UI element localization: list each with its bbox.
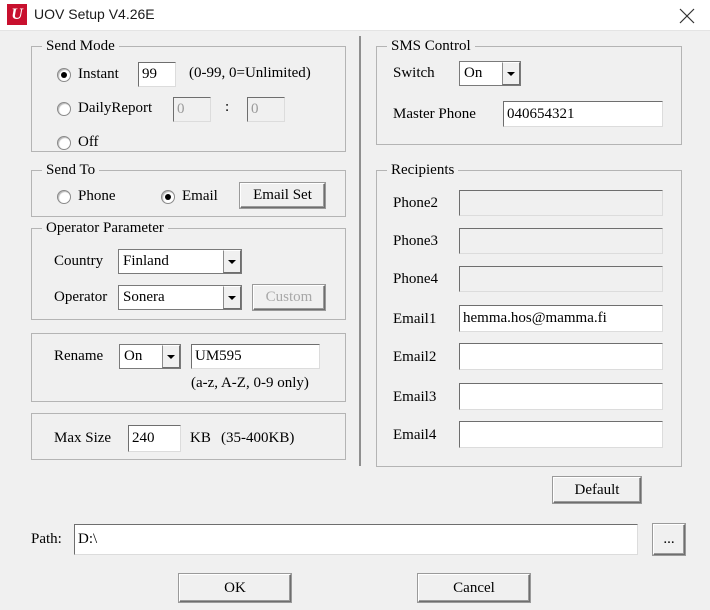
instant-count-input[interactable]: 99 <box>138 62 176 87</box>
ok-button[interactable]: OK <box>179 574 291 602</box>
path-browse-button[interactable]: ... <box>653 524 685 555</box>
path-input[interactable]: D:\ <box>74 524 638 555</box>
max-size-unit: KB <box>190 430 211 446</box>
email-set-button[interactable]: Email Set <box>240 183 325 208</box>
max-size-hint: (35-400KB) <box>221 430 295 446</box>
rename-switch-dropdown[interactable]: On <box>119 344 181 369</box>
max-size-label: Max Size <box>54 430 112 446</box>
close-button[interactable] <box>664 0 710 30</box>
recipient-input-email2[interactable] <box>459 343 663 370</box>
radio-phone[interactable]: Phone <box>57 188 116 205</box>
send-to-title: Send To <box>42 162 100 179</box>
daily-hour-input[interactable]: 0 <box>173 97 211 122</box>
radio-dot-icon <box>161 189 175 204</box>
country-dropdown[interactable]: Finland <box>118 249 242 274</box>
radio-dot-icon <box>57 101 71 116</box>
chevron-down-icon <box>223 286 241 309</box>
max-size-input[interactable]: 240 <box>128 425 181 452</box>
sms-switch-dropdown[interactable]: On <box>459 61 521 86</box>
operator-parameter-title: Operator Parameter <box>42 220 168 237</box>
panel-divider <box>359 36 361 466</box>
recipient-label-phone3: Phone3 <box>393 233 438 249</box>
rename-name-input[interactable]: UM595 <box>191 344 320 369</box>
rename-switch-value: On <box>124 348 143 364</box>
radio-dot-icon <box>57 67 71 82</box>
radio-daily-report-label: DailyReport <box>78 100 153 116</box>
radio-off[interactable]: Off <box>57 134 99 151</box>
title-bar: U UOV Setup V4.26E <box>0 0 710 31</box>
radio-off-label: Off <box>78 134 99 150</box>
recipient-input-phone3[interactable] <box>459 228 663 254</box>
recipient-label-phone4: Phone4 <box>393 271 438 287</box>
send-mode-title: Send Mode <box>42 38 119 55</box>
sms-switch-value: On <box>464 65 483 81</box>
country-value: Finland <box>123 253 169 269</box>
recipient-input-phone4[interactable] <box>459 266 663 292</box>
radio-email-label: Email <box>182 188 218 204</box>
app-logo-icon: U <box>7 4 27 25</box>
recipient-label-phone2: Phone2 <box>393 195 438 211</box>
recipient-input-phone2[interactable] <box>459 190 663 216</box>
chevron-down-icon <box>502 62 520 85</box>
sms-control-group: SMS Control <box>376 38 682 145</box>
rename-hint: (a-z, A-Z, 0-9 only) <box>191 375 309 391</box>
sms-control-title: SMS Control <box>387 38 475 55</box>
radio-phone-label: Phone <box>78 188 116 204</box>
recipients-title: Recipients <box>387 162 459 179</box>
radio-instant-label: Instant <box>78 66 119 82</box>
radio-email[interactable]: Email <box>161 188 218 205</box>
master-phone-label: Master Phone <box>393 106 476 122</box>
recipient-label-email3: Email3 <box>393 389 437 405</box>
chevron-down-icon <box>162 345 180 368</box>
close-icon <box>679 8 695 24</box>
country-label: Country <box>54 253 104 269</box>
operator-dropdown[interactable]: Sonera <box>118 285 242 310</box>
rename-label: Rename <box>54 348 104 364</box>
custom-button: Custom <box>253 285 325 310</box>
sms-switch-label: Switch <box>393 65 435 81</box>
radio-daily-report[interactable]: DailyReport <box>57 100 152 117</box>
operator-label: Operator <box>54 289 108 305</box>
radio-dot-icon <box>57 189 71 204</box>
radio-instant[interactable]: Instant <box>57 66 119 83</box>
window-title: UOV Setup V4.26E <box>34 6 155 22</box>
radio-dot-icon <box>57 135 71 150</box>
instant-hint: (0-99, 0=Unlimited) <box>189 65 311 81</box>
chevron-down-icon <box>223 250 241 273</box>
recipient-input-email3[interactable] <box>459 383 663 410</box>
recipient-input-email1[interactable]: hemma.hos@mamma.fi <box>459 305 663 332</box>
recipient-label-email2: Email2 <box>393 349 437 365</box>
recipient-label-email4: Email4 <box>393 427 437 443</box>
default-button[interactable]: Default <box>553 477 641 503</box>
operator-value: Sonera <box>123 289 165 305</box>
path-label: Path: <box>31 531 62 547</box>
master-phone-input[interactable]: 040654321 <box>503 101 663 127</box>
recipient-label-email1: Email1 <box>393 311 437 327</box>
cancel-button[interactable]: Cancel <box>418 574 530 602</box>
daily-minute-input[interactable]: 0 <box>247 97 285 122</box>
recipient-input-email4[interactable] <box>459 421 663 448</box>
daily-time-separator: : <box>225 99 230 115</box>
